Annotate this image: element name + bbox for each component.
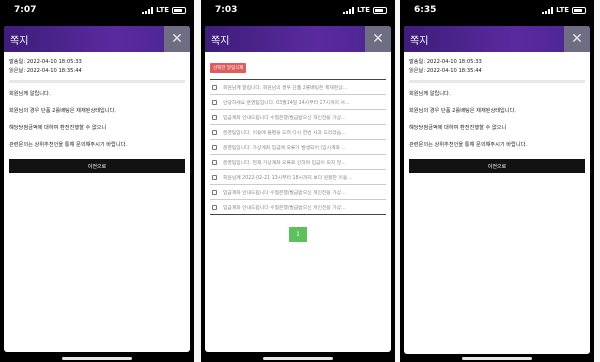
message-line: 회원님께 알립니다. — [409, 91, 451, 97]
message-line: 해당당첨금액에 대하여 환전진행할 수 없으니 — [9, 125, 107, 131]
row-preview[interactable]: 입금계좌 안내드립니다 수협은행/발급받으신 개인전용 가상… — [223, 114, 346, 121]
close-button[interactable]: ✕ — [365, 26, 391, 52]
back-button[interactable]: 이전으로 — [409, 159, 585, 173]
read-date: 읽은날: 2022-04-10 18:35:44 — [9, 68, 82, 74]
battery-icon — [572, 6, 586, 14]
modal-title: 쪽지 — [410, 35, 429, 47]
close-button[interactable]: ✕ — [564, 26, 590, 52]
list-item[interactable]: 운영팀입니다. 현재 가상계좌 오류로 인하여 입금이 되지 않… — [210, 155, 386, 170]
network-label: LTE — [156, 6, 169, 14]
screenshot-collage: 7:07 LTE 쪽지 ✕ 발송일: 2022-04-10 18:05:33 읽… — [0, 0, 600, 362]
message-modal: 쪽지 ✕ 발송일: 2022-04-10 18:05:33 읽은날: 2022-… — [4, 26, 190, 352]
row-preview[interactable]: 운영팀입니다. 현재 가상계좌 오류로 인하여 입금이 되지 않… — [223, 159, 346, 166]
list-item[interactable]: 회원님께 알립니다. 회원님의 경우 단품 2롤배팅은 제재된상… — [210, 80, 386, 95]
status-bar: 7:03 LTE — [201, 0, 395, 20]
phone-screen-message-detail: 7:07 LTE 쪽지 ✕ 발송일: 2022-04-10 18:05:33 읽… — [0, 0, 194, 362]
message-line: 회원님의 경우 단품 2롤배팅은 제재된상태입니다. — [9, 108, 116, 114]
row-preview[interactable]: 회원님께 2022-02-21 13시부터 18시까지 보다 원활한 이용… — [223, 174, 352, 181]
home-indicator — [62, 357, 132, 360]
sent-date: 발송일: 2022-04-10 18:05:33 — [409, 59, 482, 65]
list-item[interactable]: 회원님께 2022-02-21 13시부터 18시까지 보다 원활한 이용… — [210, 170, 386, 185]
message-meta: 발송일: 2022-04-10 18:05:33 읽은날: 2022-04-10… — [9, 58, 185, 76]
row-checkbox[interactable] — [212, 204, 217, 210]
row-checkbox[interactable] — [212, 114, 217, 120]
modal-header: 쪽지 ✕ — [4, 26, 190, 52]
row-preview[interactable]: 운영팀입니다. 가상계좌 입금에 오류가 발생되어 (임시계좌 … — [223, 144, 346, 151]
phone-screen-message-detail: 6:35 LTE 쪽지 ✕ 발송일: 2022-04-10 18:05:33 읽… — [400, 0, 594, 362]
row-checkbox[interactable] — [212, 129, 217, 135]
signal-icon — [343, 6, 355, 14]
message-list: 회원님께 알립니다. 회원님의 경우 단품 2롤배팅은 제재된상… 안녕하세요 … — [210, 79, 386, 215]
status-bar: 6:35 LTE — [400, 0, 594, 20]
message-line: 관련문의는 상위추천인을 통해 문의해주시기 바랍니다. — [9, 142, 128, 148]
status-bar: 7:07 LTE — [0, 0, 194, 20]
sent-date: 발송일: 2022-04-10 18:05:33 — [9, 59, 82, 65]
message-content: 회원님께 알립니다. 회원님의 경우 단품 2롤배팅은 제재된상태입니다. 해당… — [9, 91, 185, 149]
back-button[interactable]: 이전으로 — [9, 159, 185, 173]
row-preview[interactable]: 안녕하세요 운영팀입니다. 03월14일 14시부터 17시까지 서… — [223, 99, 350, 106]
page-button[interactable]: 1 — [289, 227, 307, 242]
row-preview[interactable]: 회원님께 알립니다. 회원님의 경우 단품 2롤배팅은 제재된상… — [223, 84, 347, 91]
modal-header: 쪽지 ✕ — [404, 26, 590, 52]
network-label: LTE — [556, 6, 569, 14]
modal-title: 쪽지 — [10, 35, 29, 47]
modal-header: 쪽지 ✕ — [205, 26, 391, 52]
row-checkbox[interactable] — [212, 189, 217, 195]
phone-screen-message-list: 7:03 LTE 쪽지 ✕ 선택한 알림삭제 회원님께 알립니다. 회원님의 경… — [201, 0, 395, 362]
status-time: 7:07 — [14, 5, 37, 15]
battery-icon — [373, 6, 387, 14]
message-content: 회원님께 알립니다. 회원님의 경우 단품 2롤배팅은 제재된상태입니다. 해당… — [409, 91, 585, 149]
message-line: 관련문의는 상위추천인을 통해 문의해주시기 바랍니다. — [409, 142, 528, 148]
list-item[interactable]: 입금계좌 안내드립니다 수협은행/발급받으신 개인전용 가상… — [210, 200, 386, 215]
row-checkbox[interactable] — [212, 174, 217, 180]
list-item[interactable]: 입금계좌 안내드립니다 수협은행/발급받으신 개인전용 가상… — [210, 185, 386, 200]
delete-selected-button[interactable]: 선택한 알림삭제 — [210, 63, 247, 73]
row-checkbox[interactable] — [212, 159, 217, 165]
close-icon: ✕ — [372, 31, 384, 47]
network-label: LTE — [357, 6, 370, 14]
pagination: 1 — [210, 227, 386, 242]
row-checkbox[interactable] — [212, 84, 217, 90]
row-preview[interactable]: 운영팀입니다. 이용에 불편을 드려 다시 한번 사과 드리겠습… — [223, 129, 346, 136]
row-checkbox[interactable] — [212, 144, 217, 150]
list-item[interactable]: 운영팀입니다. 이용에 불편을 드려 다시 한번 사과 드리겠습… — [210, 125, 386, 140]
message-line: 해당당첨금액에 대하여 환전진행할 수 없으니 — [409, 125, 507, 131]
close-icon: ✕ — [171, 31, 183, 47]
status-time: 7:03 — [215, 5, 238, 15]
modal-title: 쪽지 — [211, 35, 230, 47]
status-time: 6:35 — [414, 5, 437, 15]
message-modal: 쪽지 ✕ 선택한 알림삭제 회원님께 알립니다. 회원님의 경우 단품 2롤배팅… — [205, 26, 391, 352]
close-button[interactable]: ✕ — [164, 26, 190, 52]
message-meta: 발송일: 2022-04-10 18:05:33 읽은날: 2022-04-10… — [409, 58, 585, 76]
signal-icon — [142, 6, 154, 14]
battery-icon — [172, 6, 186, 14]
message-line: 회원님의 경우 단품 2롤배팅은 제재된상태입니다. — [409, 108, 516, 114]
home-indicator — [263, 357, 333, 360]
signal-icon — [542, 6, 554, 14]
close-icon: ✕ — [571, 31, 583, 47]
list-item[interactable]: 운영팀입니다. 가상계좌 입금에 오류가 발생되어 (임시계좌 … — [210, 140, 386, 155]
row-checkbox[interactable] — [212, 99, 217, 105]
row-preview[interactable]: 입금계좌 안내드립니다 수협은행/발급받으신 개인전용 가상… — [223, 189, 346, 196]
divider — [409, 80, 585, 83]
divider — [9, 80, 185, 83]
message-line: 회원님께 알립니다. — [9, 91, 51, 97]
row-preview[interactable]: 입금계좌 안내드립니다 수협은행/발급받으신 개인전용 가상… — [223, 204, 346, 211]
home-indicator — [462, 357, 532, 360]
list-item[interactable]: 안녕하세요 운영팀입니다. 03월14일 14시부터 17시까지 서… — [210, 95, 386, 110]
read-date: 읽은날: 2022-04-10 18:35:44 — [409, 68, 482, 74]
list-item[interactable]: 입금계좌 안내드립니다 수협은행/발급받으신 개인전용 가상… — [210, 110, 386, 125]
message-modal: 쪽지 ✕ 발송일: 2022-04-10 18:05:33 읽은날: 2022-… — [404, 26, 590, 354]
